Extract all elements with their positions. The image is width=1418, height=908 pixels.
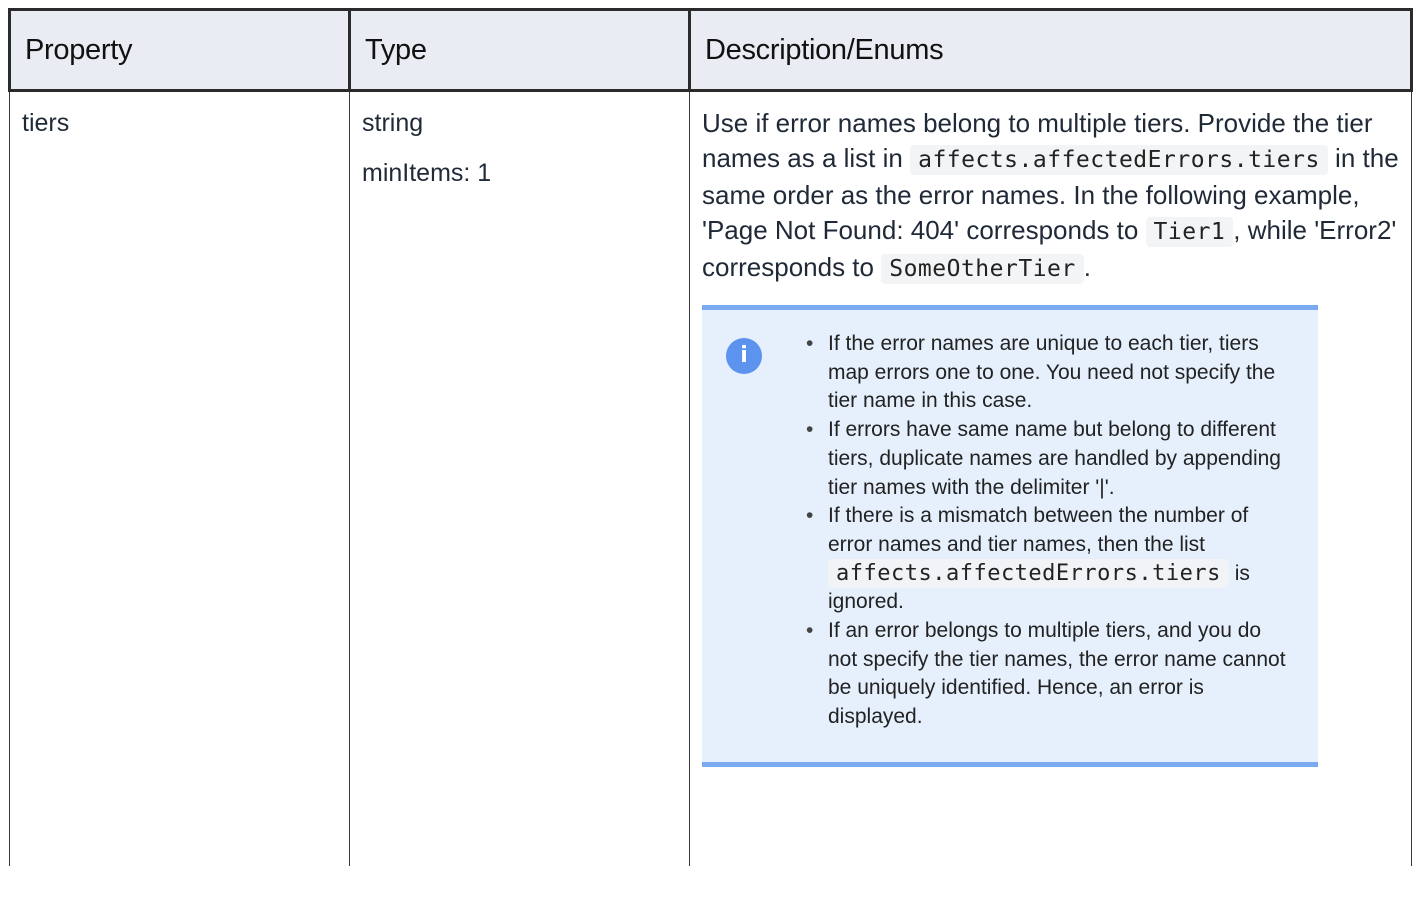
inline-code: SomeOtherTier	[881, 254, 1084, 284]
header-property: Property	[8, 8, 351, 92]
header-description: Description/Enums	[688, 8, 1413, 92]
table-row: tiers string minItems: 1 Use if error na…	[9, 90, 1412, 866]
header-type: Type	[348, 8, 691, 92]
description-text: Use if error names belong to multiple ti…	[702, 106, 1401, 287]
inline-code: affects.affectedErrors.tiers	[910, 145, 1328, 175]
inline-code: affects.affectedErrors.tiers	[828, 558, 1229, 588]
description-cell: Use if error names belong to multiple ti…	[689, 90, 1412, 866]
list-item: If there is a mismatch between the numbe…	[806, 502, 1296, 617]
table-header-row: Property Type Description/Enums	[8, 8, 1413, 92]
info-note: i If the error names are unique to each …	[702, 305, 1318, 767]
list-item-text: If there is a mismatch between the numbe…	[828, 504, 1249, 556]
list-item: If errors have same name but belong to d…	[806, 416, 1296, 502]
info-icon: i	[726, 338, 762, 374]
type-constraint: minItems: 1	[362, 159, 492, 187]
description-part: .	[1083, 252, 1091, 282]
properties-table: Property Type Description/Enums tiers st…	[8, 8, 1413, 866]
properties-table-container: Property Type Description/Enums tiers st…	[8, 8, 1413, 908]
property-cell: tiers	[9, 90, 350, 866]
list-item: If an error belongs to multiple tiers, a…	[806, 617, 1296, 732]
type-cell: string minItems: 1	[349, 90, 690, 866]
inline-code: Tier1	[1145, 217, 1234, 247]
type-value: string	[362, 109, 424, 137]
note-list: If the error names are unique to each ti…	[702, 330, 1296, 732]
list-item: If the error names are unique to each ti…	[806, 330, 1296, 416]
